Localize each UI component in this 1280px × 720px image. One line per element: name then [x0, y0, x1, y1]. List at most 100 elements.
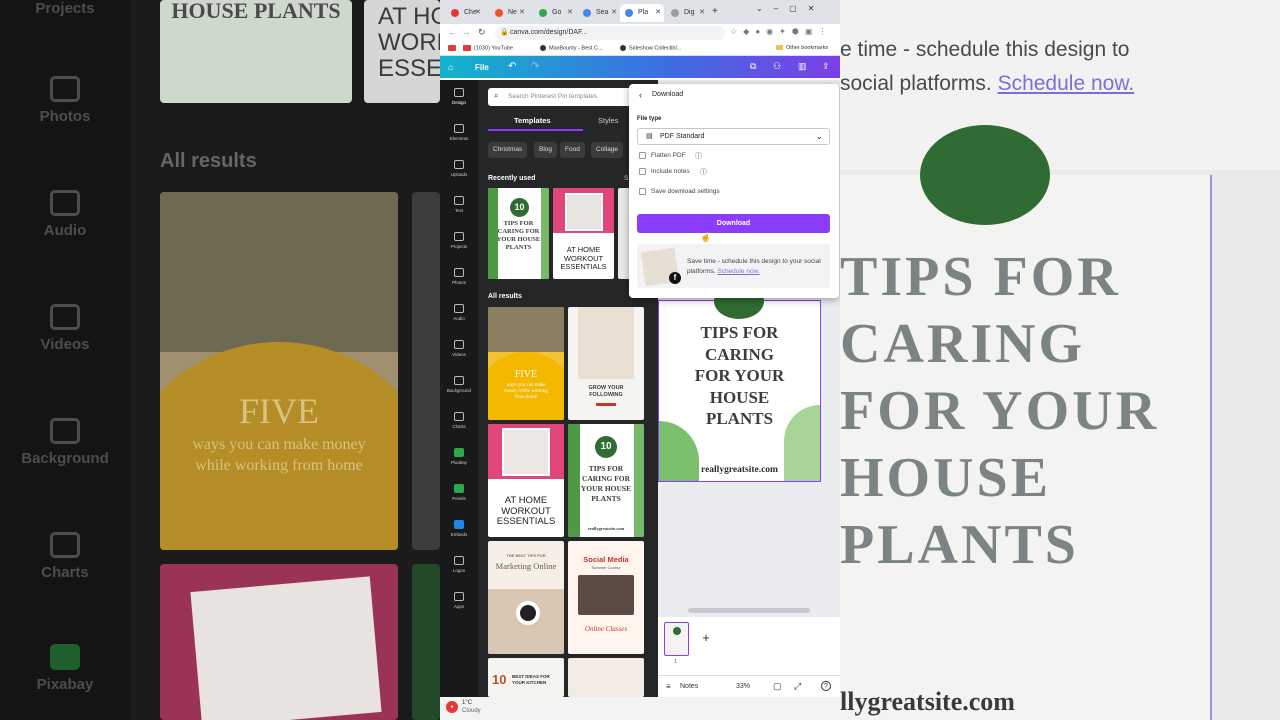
- home-icon[interactable]: ⌂: [448, 62, 453, 72]
- template-search-input[interactable]: ⌕ Search Pinterest Pin templates: [488, 88, 638, 106]
- bookmark-youtube[interactable]: (1030) YouTube: [463, 45, 513, 51]
- thumb-title: GROW YOUR FOLLOWING: [588, 385, 624, 398]
- download-button[interactable]: Download: [637, 214, 830, 233]
- rail-item-videos[interactable]: Videos: [440, 340, 478, 357]
- projects-icon: [454, 232, 464, 241]
- template-thumb[interactable]: FIVE ways you can make money while worki…: [488, 307, 564, 420]
- resize-icon[interactable]: ⧉: [750, 61, 756, 72]
- notes-button[interactable]: Notes: [680, 683, 698, 690]
- chip-collage[interactable]: Collage: [591, 142, 624, 158]
- horizontal-scrollbar[interactable]: [688, 608, 810, 613]
- undo-icon[interactable]: ↶: [508, 61, 516, 72]
- rail-item-apps[interactable]: Apps: [440, 592, 478, 609]
- rail-item-pixabay[interactable]: Pixabay: [440, 448, 478, 465]
- rail-item-audio[interactable]: Audio: [440, 304, 478, 321]
- rail-item-design[interactable]: Design: [440, 88, 478, 105]
- rail-item-elements[interactable]: Elements: [440, 124, 478, 141]
- pages-icon[interactable]: ▢: [773, 681, 782, 692]
- share-people-icon[interactable]: ⚇: [773, 61, 781, 72]
- browser-tab[interactable]: Sea ✕: [578, 4, 620, 22]
- forward-icon[interactable]: →: [462, 27, 471, 37]
- save-settings-checkbox[interactable]: [639, 188, 646, 195]
- design-page[interactable]: TIPS FOR CARING FOR YOUR HOUSE PLANTS really…: [658, 283, 821, 482]
- pixabay-icon: [50, 644, 80, 670]
- see-all-link[interactable]: S: [624, 175, 628, 182]
- browser-tab[interactable]: Ne ✕: [490, 4, 528, 22]
- template-thumb[interactable]: AT HOME WORKOUT ESSENTIALS: [553, 188, 614, 279]
- rail-label: Audio: [453, 316, 465, 321]
- google-icon: [583, 9, 591, 17]
- chevron-down-icon: ⌄: [815, 131, 823, 141]
- close-icon[interactable]: ✕: [519, 8, 525, 16]
- close-icon[interactable]: ✕: [699, 8, 705, 16]
- tab-templates[interactable]: Templates: [514, 116, 551, 125]
- template-thumb[interactable]: AT HOME WORKOUT ESSENTIALS: [488, 424, 564, 537]
- browser-tab[interactable]: Che ✕: [446, 4, 484, 22]
- template-thumb[interactable]: GROW YOUR FOLLOWING: [568, 307, 644, 420]
- bookmark-other[interactable]: Other bookmarks: [776, 45, 828, 51]
- bg-title-line: PLANTS: [840, 514, 1079, 576]
- rail-label: Pexels: [452, 496, 466, 501]
- back-chevron-icon[interactable]: ‹: [639, 90, 642, 100]
- close-icon[interactable]: ✕: [567, 8, 573, 16]
- rail-item-projects[interactable]: Projects: [440, 232, 478, 249]
- notes-icon: ≡: [666, 682, 671, 691]
- fullscreen-icon[interactable]: ⤢: [794, 681, 801, 692]
- share-icon[interactable]: ⇪: [822, 61, 830, 72]
- rail-item-uploads[interactable]: Uploads: [440, 160, 478, 177]
- rail-item-logos[interactable]: Logos: [440, 556, 478, 573]
- back-icon[interactable]: ←: [448, 27, 457, 37]
- template-thumb[interactable]: Social Media Summer Course Online Classe…: [568, 541, 644, 654]
- file-type-select[interactable]: ▤ PDF Standard ⌄: [637, 128, 830, 145]
- browser-tab-active[interactable]: Pla ✕: [620, 4, 664, 22]
- bg-card-photo: [190, 576, 382, 720]
- add-page-button[interactable]: +: [694, 627, 718, 651]
- template-thumb[interactable]: THE BEST TIPS FOR Marketing Online: [488, 541, 564, 654]
- bg-design-zoom: TIPS FOR CARING FOR YOUR HOUSE PLANTS llygre…: [840, 125, 1212, 720]
- tab-label: Dig: [684, 9, 695, 16]
- rail-item-photos[interactable]: Photos: [440, 268, 478, 285]
- rail-item-background[interactable]: Background: [440, 376, 478, 393]
- extensions-icons[interactable]: ☆◆●◉✦⬢▣⋮: [730, 27, 832, 36]
- browser-tab[interactable]: Go ✕: [534, 4, 576, 22]
- section-all-results: All results: [488, 293, 522, 300]
- chip-food[interactable]: Food: [560, 142, 585, 158]
- bookmark-maxbounty[interactable]: MaxBounty - Best C...: [540, 45, 603, 51]
- template-thumb[interactable]: 10 TIPS FOR CARING FOR YOUR HOUSE PLANTS: [488, 188, 549, 279]
- window-controls[interactable]: ⌄–▢✕: [756, 4, 825, 13]
- file-menu[interactable]: File: [475, 63, 489, 72]
- schedule-now-link[interactable]: Schedule now.: [717, 268, 759, 275]
- page-thumbnail[interactable]: [664, 622, 689, 656]
- close-icon[interactable]: ✕: [475, 8, 481, 16]
- rail-item-text[interactable]: Text: [440, 196, 478, 213]
- rail-item-pexels[interactable]: Pexels: [440, 484, 478, 501]
- bg-section-title: All results: [160, 150, 257, 172]
- browser-tab[interactable]: Dig ✕: [666, 4, 708, 22]
- info-icon[interactable]: ⓘ: [695, 151, 702, 161]
- youtube-icon: [448, 45, 456, 51]
- redo-icon[interactable]: ↷: [531, 61, 539, 72]
- template-thumb[interactable]: 10 TIPS FOR CARING FOR YOUR HOUSE PLANTS…: [568, 424, 644, 537]
- new-tab-button[interactable]: +: [712, 6, 718, 17]
- flatten-pdf-checkbox[interactable]: [639, 152, 646, 159]
- zoom-level[interactable]: 33%: [736, 683, 750, 690]
- close-icon[interactable]: ✕: [611, 8, 617, 16]
- help-icon[interactable]: ?: [821, 681, 831, 691]
- bookmark-sideshow[interactable]: Sideshow Collectibl...: [620, 45, 681, 51]
- chip-christmas[interactable]: Christmas: [488, 142, 528, 158]
- include-notes-checkbox[interactable]: [639, 168, 646, 175]
- template-thumb[interactable]: 10 BEST IDEAS FOR YOUR KITCHEN: [488, 658, 564, 697]
- analytics-icon[interactable]: ▥: [798, 61, 807, 72]
- chip-blog[interactable]: Blog: [534, 142, 558, 158]
- template-thumb[interactable]: [568, 658, 644, 697]
- tab-favicon-icon: [539, 9, 547, 17]
- tab-styles[interactable]: Styles: [598, 116, 618, 125]
- close-icon[interactable]: ✕: [655, 8, 661, 16]
- rail-item-charts[interactable]: Charts: [440, 412, 478, 429]
- weather-icon[interactable]: ●: [446, 701, 458, 713]
- rail-item-embeds[interactable]: Embeds: [440, 520, 478, 537]
- bg-nav-label: Audio: [43, 222, 87, 239]
- info-icon[interactable]: ⓘ: [700, 167, 707, 177]
- url-field[interactable]: 🔒 canva.com/design/DAF...: [495, 26, 725, 40]
- reload-icon[interactable]: ↻: [478, 27, 486, 38]
